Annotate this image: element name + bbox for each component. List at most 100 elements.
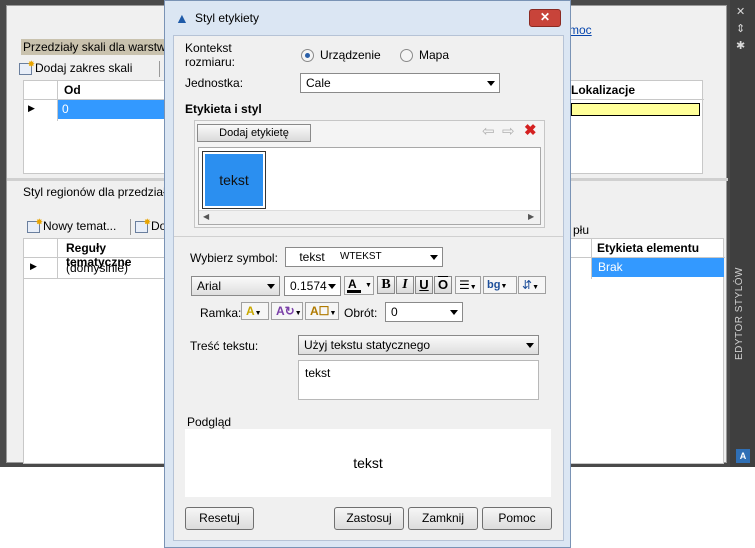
frame-border-button[interactable]: A☐▼ xyxy=(305,302,339,320)
dialog-title: Styl etykiety xyxy=(195,11,260,25)
rule-cell[interactable]: (domyślnie) xyxy=(66,261,128,275)
label-thumbnail-text: tekst xyxy=(205,154,263,206)
rotation-value: 0 xyxy=(391,305,398,319)
add-rule-button[interactable]: ✸ Do xyxy=(135,217,166,233)
close-dialog-button[interactable]: ✕ xyxy=(529,9,561,27)
horizontal-scrollbar[interactable]: ◀ ▶ xyxy=(199,210,540,224)
feature-label-cell[interactable]: Brak xyxy=(592,258,724,277)
chevron-down-icon: ▼ xyxy=(254,310,262,317)
unit-value: Cale xyxy=(306,76,331,90)
scale-row-from[interactable]: 0 xyxy=(58,100,165,119)
palette-sidebar: ✕ ⇕ ✱ xyxy=(730,0,755,467)
preview-label: Podgląd xyxy=(187,415,232,429)
move-left-icon[interactable]: ⇦ xyxy=(482,124,500,141)
reset-button[interactable]: Resetuj xyxy=(185,507,254,530)
delete-label-icon[interactable]: ✖ xyxy=(524,123,542,140)
text-content-mode-value: Użyj tekstu statycznego xyxy=(304,338,431,352)
frame-label: Ramka: xyxy=(200,306,242,320)
line-spacing-button[interactable]: ⇵▼ xyxy=(518,276,546,294)
rotation-select[interactable]: 0 xyxy=(385,302,463,322)
toolbar-separator xyxy=(159,61,160,77)
overline-button[interactable]: O xyxy=(434,276,452,294)
label-style-section-title: Etykieta i styl xyxy=(185,102,262,116)
row-pointer-icon: ▶ xyxy=(30,261,37,271)
radio-map-label[interactable]: Mapa xyxy=(419,48,449,62)
chevron-down-icon: ▼ xyxy=(469,284,477,291)
add-label-button[interactable]: Dodaj etykietę xyxy=(197,124,311,142)
dialog-client: Kontekst rozmiaru: Urządzenie Mapa Jedno… xyxy=(173,35,564,541)
theme-grid-left: Reguły tematyczne ▶ (domyślnie) xyxy=(23,238,166,464)
frame-fill-button[interactable]: A↻▼ xyxy=(271,302,303,320)
chevron-down-icon: ▼ xyxy=(500,283,508,290)
symbol-value: WTEKST xyxy=(340,251,382,262)
label-list-panel: Dodaj etykietę ⇦ ⇨ ✖ tekst ◀ ▶ xyxy=(194,120,545,228)
scale-grid-right: Lokalizacje xyxy=(568,80,704,174)
preview-area: tekst xyxy=(185,429,551,497)
font-size-value: 0.1574 xyxy=(290,279,327,293)
col-header-from: Od xyxy=(64,83,81,97)
font-color-icon: A xyxy=(348,277,357,291)
close-palette-icon[interactable]: ✕ xyxy=(736,7,745,18)
label-thumbnails: tekst ◀ ▶ xyxy=(198,147,541,225)
autocad-logo-icon: A xyxy=(736,449,750,463)
context-label: Kontekst rozmiaru: xyxy=(185,41,236,69)
align-button[interactable]: ☰▼ xyxy=(455,276,481,294)
label-thumbnail-selected[interactable]: tekst xyxy=(202,151,266,209)
underline-button[interactable]: U xyxy=(415,276,433,294)
scroll-left-icon[interactable]: ◀ xyxy=(203,212,209,221)
scale-section-title: Przedziały skali dla warstwy xyxy=(21,39,172,55)
radio-device-label[interactable]: Urządzenie xyxy=(320,48,381,62)
unit-label: Jednostka: xyxy=(185,76,244,90)
frame-border-icon: A☐ xyxy=(310,304,330,318)
add-scale-range-button[interactable]: ✸ Dodaj zakres skali xyxy=(19,59,133,75)
chevron-down-icon xyxy=(487,81,495,86)
chevron-down-icon: ▼ xyxy=(532,284,539,291)
symbol-label: Wybierz symbol: xyxy=(190,251,278,265)
text-content-label: Treść tekstu: xyxy=(190,339,259,353)
font-size-select[interactable]: 0.1574 xyxy=(284,276,341,296)
add-scale-icon: ✸ xyxy=(19,59,35,75)
chevron-down-icon xyxy=(450,310,458,315)
new-theme-label: Nowy temat... xyxy=(43,219,117,233)
region-section-title: Styl regionów dla przedziału xyxy=(23,185,173,199)
radio-device[interactable] xyxy=(301,49,314,62)
location-cell-highlight[interactable] xyxy=(571,103,700,116)
font-family-select[interactable]: Arial xyxy=(191,276,280,296)
text-content-mode-select[interactable]: Użyj tekstu statycznego xyxy=(298,335,539,355)
line-spacing-icon: ⇵ xyxy=(522,278,533,292)
close-button[interactable]: Zamknij xyxy=(408,507,478,530)
bold-button[interactable]: B xyxy=(377,276,395,294)
help-link[interactable]: moc xyxy=(569,23,592,37)
col-header-locations: Lokalizacje xyxy=(571,83,636,97)
autohide-icon[interactable]: ⇕ xyxy=(736,24,745,35)
scroll-right-icon[interactable]: ▶ xyxy=(528,212,534,221)
help-button[interactable]: Pomoc xyxy=(482,507,552,530)
add-scale-label: Dodaj zakres skali xyxy=(35,61,133,75)
move-right-icon[interactable]: ⇨ xyxy=(502,124,520,141)
align-center-icon: ☰ xyxy=(459,278,470,292)
apply-button[interactable]: Zastosuj xyxy=(334,507,404,530)
text-content-input[interactable]: tekst xyxy=(298,360,539,400)
rotation-label: Obrót: xyxy=(344,306,378,320)
col-header-feature-label: Etykieta elementu xyxy=(597,241,700,255)
unit-select[interactable]: Cale xyxy=(300,73,500,93)
frame-color-button[interactable]: A▼ xyxy=(241,302,269,320)
chevron-down-icon: ▼ xyxy=(365,282,372,289)
new-theme-button[interactable]: ✸ Nowy temat... xyxy=(27,217,117,233)
symbol-select[interactable]: tekst WTEKST xyxy=(285,247,443,267)
label-style-dialog: ▲ Styl etykiety ✕ Kontekst rozmiaru: Urz… xyxy=(164,0,571,548)
scale-grid-left: Od ▶ 0 xyxy=(23,80,166,174)
radio-map[interactable] xyxy=(400,49,413,62)
italic-button[interactable]: I xyxy=(396,276,414,294)
preview-text: tekst xyxy=(353,455,383,471)
new-theme-icon: ✸ xyxy=(27,217,43,233)
chevron-down-icon xyxy=(430,255,438,260)
dialog-titlebar[interactable]: ▲ Styl etykiety ✕ xyxy=(165,1,570,34)
properties-icon[interactable]: ✱ xyxy=(736,41,745,52)
background-button[interactable]: bg▼ xyxy=(483,276,517,294)
font-color-button[interactable]: A ▼ xyxy=(344,276,374,295)
add-rule-icon: ✸ xyxy=(135,217,151,233)
frame-fill-icon: A↻ xyxy=(276,304,295,318)
theme-grid-right: Etykieta elementu Brak xyxy=(568,238,725,464)
background-icon: bg xyxy=(487,279,501,291)
